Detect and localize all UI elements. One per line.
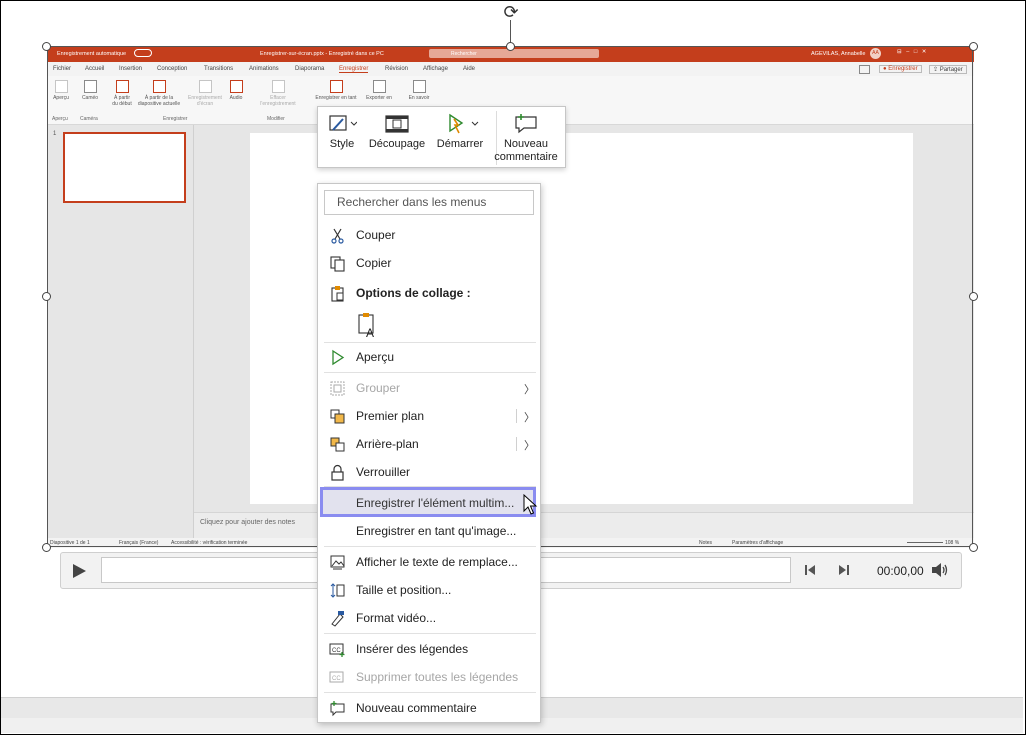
- menu-label: Afficher le texte de remplace...: [356, 555, 518, 569]
- svg-text:CC: CC: [332, 648, 341, 654]
- resize-handle-top[interactable]: [506, 42, 515, 51]
- menu-item-cut[interactable]: Couper: [318, 222, 540, 248]
- menu-label: Nouveau commentaire: [356, 701, 477, 715]
- volume-icon[interactable]: [931, 562, 949, 578]
- context-menu: Rechercher dans les menus Couper Copier …: [317, 183, 541, 723]
- rotate-icon[interactable]: ⟳: [500, 2, 522, 22]
- menu-item-lock[interactable]: Verrouiller: [318, 459, 540, 485]
- mouse-cursor-icon: [523, 494, 538, 515]
- video-style-icon: [329, 115, 357, 131]
- copy-icon: [330, 256, 345, 272]
- submenu-divider: [516, 437, 517, 451]
- resize-handle-top-right[interactable]: [969, 42, 978, 51]
- group-icon: [330, 381, 345, 396]
- resize-handle-right[interactable]: [969, 292, 978, 301]
- menu-item-insert-captions[interactable]: CC Insérer des légendes: [318, 636, 540, 662]
- menu-label: Options de collage :: [356, 286, 471, 300]
- menu-separator: [324, 546, 536, 547]
- menu-separator: [324, 342, 536, 343]
- menu-label: Supprimer toutes les légendes: [356, 670, 519, 684]
- menu-label: Couper: [356, 228, 396, 242]
- menu-label: Format vidéo...: [356, 611, 437, 625]
- menu-item-save-as-image[interactable]: Enregistrer en tant qu'image...: [318, 518, 540, 544]
- menu-label: Verrouiller: [356, 465, 411, 479]
- start-button[interactable]: Démarrer: [434, 113, 486, 150]
- resize-handle-bottom-left[interactable]: [42, 543, 51, 552]
- svg-text:CC: CC: [332, 676, 341, 682]
- trim-video-icon: [385, 115, 409, 133]
- svg-text:A: A: [366, 326, 374, 338]
- menu-item-new-comment[interactable]: Nouveau commentaire: [318, 695, 540, 721]
- start-playback-icon: [449, 113, 479, 134]
- skip-back-icon[interactable]: [803, 563, 817, 577]
- menu-label: Grouper: [356, 381, 401, 395]
- new-comment-label-2: commentaire: [494, 151, 558, 163]
- menu-label: Enregistrer l'élément multim...: [356, 496, 515, 510]
- menu-item-size-position[interactable]: Taille et position...: [318, 577, 540, 603]
- playback-time: 00:00,00: [877, 564, 924, 578]
- menu-item-preview[interactable]: Aperçu: [318, 344, 540, 370]
- menu-label: Copier: [356, 256, 392, 270]
- scissors-icon: [331, 228, 344, 244]
- menu-label: Taille et position...: [356, 583, 452, 597]
- resize-handle-bottom-right[interactable]: [969, 543, 978, 552]
- start-label: Démarrer: [436, 138, 484, 150]
- submenu-arrow-icon: 〉: [524, 384, 535, 396]
- paste-text-icon: A: [358, 313, 374, 338]
- resize-handle-top-left[interactable]: [42, 42, 51, 51]
- new-comment-icon: [515, 114, 537, 134]
- menu-separator: [324, 372, 536, 373]
- skip-forward-icon[interactable]: [837, 563, 851, 577]
- menu-item-copy[interactable]: Copier: [318, 250, 540, 276]
- menu-item-send-back[interactable]: Arrière-plan 〉: [318, 431, 540, 457]
- lock-icon: [331, 464, 344, 481]
- play-icon[interactable]: [71, 563, 87, 579]
- menu-label: Aperçu: [356, 350, 395, 364]
- comment-icon: [330, 701, 345, 717]
- play-preview-icon: [332, 349, 345, 366]
- submenu-arrow-icon[interactable]: 〉: [524, 437, 535, 453]
- menu-item-bring-front[interactable]: Premier plan 〉: [318, 403, 540, 429]
- new-comment-label-1: Nouveau: [503, 138, 549, 150]
- crop-button[interactable]: Découpage: [364, 113, 430, 150]
- style-label: Style: [329, 138, 355, 150]
- paste-keep-text-option[interactable]: A: [318, 310, 540, 340]
- submenu-divider: [516, 409, 517, 423]
- format-video-icon: [331, 611, 344, 627]
- menu-item-save-media[interactable]: Enregistrer l'élément multim...: [318, 487, 540, 517]
- menu-item-group: Grouper 〉: [318, 375, 540, 401]
- menu-separator: [324, 692, 536, 693]
- submenu-arrow-icon[interactable]: 〉: [524, 409, 535, 425]
- new-comment-button[interactable]: Nouveau commentaire: [494, 113, 558, 164]
- crop-label: Découpage: [368, 138, 426, 150]
- menu-item-remove-captions: CC Supprimer toutes les légendes: [318, 664, 540, 690]
- captions-icon: CC: [329, 643, 345, 657]
- mini-toolbar: Style Découpage Démarrer Nouveau comment…: [317, 106, 566, 168]
- style-button[interactable]: Style: [326, 113, 358, 150]
- menu-search-input[interactable]: Rechercher dans les menus: [324, 190, 534, 215]
- remove-captions-icon: CC: [329, 671, 344, 683]
- menu-label: Premier plan: [356, 409, 425, 423]
- menu-item-alt-text[interactable]: Afficher le texte de remplace...: [318, 549, 540, 575]
- resize-handle-left[interactable]: [42, 292, 51, 301]
- bring-to-front-icon: [330, 409, 345, 424]
- menu-label: Arrière-plan: [356, 437, 419, 451]
- size-position-icon: [330, 583, 345, 598]
- alt-text-icon: [330, 555, 345, 570]
- menu-item-paste-options: Options de collage :: [318, 280, 540, 306]
- clipboard-icon: [331, 286, 344, 302]
- menu-label: Enregistrer en tant qu'image...: [356, 524, 517, 538]
- menu-item-format-video[interactable]: Format vidéo...: [318, 605, 540, 631]
- menu-separator: [324, 633, 536, 634]
- menu-label: Insérer des légendes: [356, 642, 469, 656]
- send-to-back-icon: [330, 437, 345, 452]
